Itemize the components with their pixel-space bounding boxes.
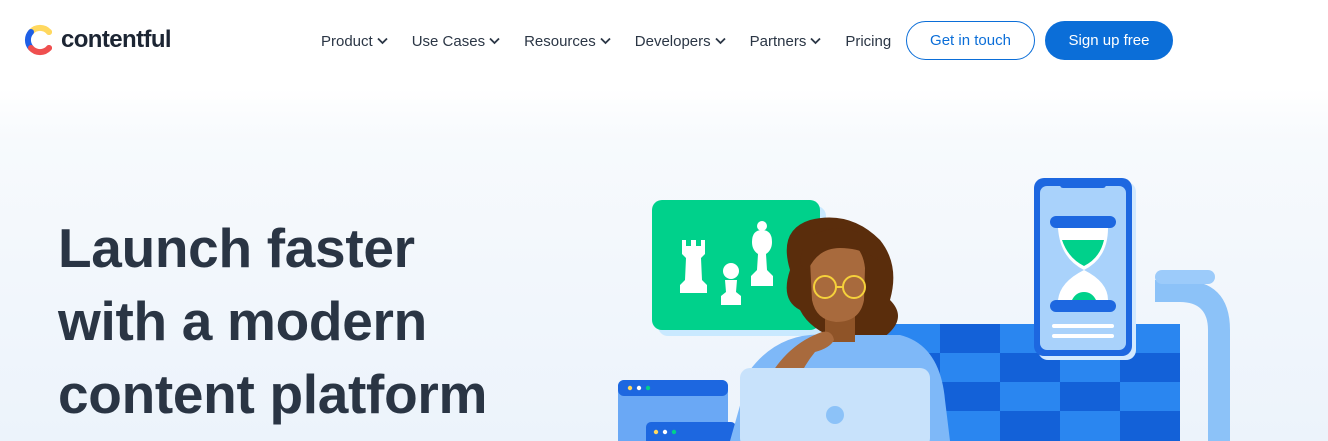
contentful-logo-icon xyxy=(25,24,52,56)
nav-item-use-cases[interactable]: Use Cases xyxy=(412,33,500,50)
nav-item-label: Resources xyxy=(524,32,596,50)
nav-item-label: Use Cases xyxy=(411,32,486,50)
brand-logo[interactable]: contentful xyxy=(24,23,172,57)
nav-item-label: Product xyxy=(321,32,373,50)
browser-window-decoration xyxy=(618,380,736,441)
chevron-down-icon xyxy=(715,37,726,45)
hero-title: Launch faster with a modern content plat… xyxy=(58,212,578,431)
site-header: contentful Product Use Cases Resources D… xyxy=(0,0,1328,84)
hero-title-line: content platform xyxy=(58,363,488,425)
chevron-down-icon xyxy=(489,37,500,45)
phone-hourglass-illustration xyxy=(1034,178,1136,360)
nav-item-label: Pricing xyxy=(845,32,892,50)
get-in-touch-button[interactable]: Get in touch xyxy=(906,21,1035,60)
hero-title-line: Launch faster xyxy=(58,217,415,279)
nav-item-developers[interactable]: Developers xyxy=(635,33,726,50)
nav-item-resources[interactable]: Resources xyxy=(524,33,611,50)
nav-item-label: Developers xyxy=(634,32,711,50)
chevron-down-icon xyxy=(810,37,821,45)
main-nav: Product Use Cases Resources Developers P… xyxy=(321,28,891,54)
nav-item-pricing[interactable]: Pricing xyxy=(845,33,891,50)
nav-item-product[interactable]: Product xyxy=(321,33,388,50)
nav-item-label: Partners xyxy=(749,32,807,50)
hero-title-line: with a modern xyxy=(58,290,427,352)
brand-name: contentful xyxy=(61,26,172,53)
chevron-down-icon xyxy=(377,37,388,45)
nav-item-partners[interactable]: Partners xyxy=(750,33,822,50)
hero-illustration xyxy=(618,178,1230,441)
sign-up-free-button[interactable]: Sign up free xyxy=(1045,21,1173,60)
page: contentful Product Use Cases Resources D… xyxy=(0,0,1328,441)
chevron-down-icon xyxy=(600,37,611,45)
